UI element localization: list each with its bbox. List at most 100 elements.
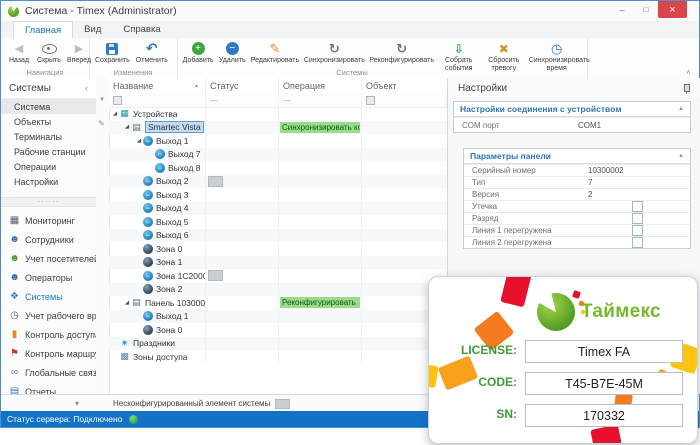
module-global-links[interactable]: Глобальные связи bbox=[1, 363, 96, 382]
table-row[interactable]: Выход 6 bbox=[109, 228, 447, 242]
sidebar-collapse-icon[interactable] bbox=[85, 83, 88, 93]
sync-time-button[interactable]: Синхронизировать время bbox=[526, 40, 590, 73]
collapse-section-icon[interactable] bbox=[678, 106, 684, 112]
synchronize-button[interactable]: Синхронизировать bbox=[302, 40, 368, 65]
table-row[interactable]: Выход 5 bbox=[109, 215, 447, 229]
table-row[interactable]: Выход 3 bbox=[109, 188, 447, 202]
expand-toggle-icon[interactable] bbox=[123, 300, 131, 306]
table-row[interactable]: Зона 1 bbox=[109, 255, 447, 269]
collapse-section-icon[interactable] bbox=[678, 153, 684, 159]
module-monitoring[interactable]: Мониторинг bbox=[1, 211, 96, 230]
sidebar-item-nastroyki[interactable]: Настройки bbox=[1, 174, 96, 189]
edit-button[interactable]: Редактировать bbox=[248, 40, 301, 65]
table-row[interactable]: Выход 7 bbox=[109, 147, 447, 161]
table-row[interactable]: Зона 2 bbox=[109, 282, 447, 296]
confetti-shape bbox=[590, 424, 622, 443]
filter-funnel-icon[interactable] bbox=[99, 97, 105, 103]
output-icon bbox=[143, 216, 153, 227]
column-header-status[interactable]: Статус bbox=[206, 78, 279, 94]
sidebar-item-obekty[interactable]: Объекты bbox=[1, 114, 96, 129]
setting-row[interactable]: Линия 2 перегружена bbox=[464, 236, 690, 248]
delete-button[interactable]: Удалить bbox=[216, 40, 248, 65]
link-icon bbox=[8, 367, 21, 378]
table-row[interactable]: Устройства bbox=[109, 107, 447, 121]
table-row[interactable]: Выход 4 bbox=[109, 201, 447, 215]
column-header-object[interactable]: Объект bbox=[362, 78, 447, 94]
table-row[interactable]: Выход 1 bbox=[109, 309, 447, 323]
output-icon bbox=[155, 162, 165, 173]
save-button[interactable]: Сохранить bbox=[92, 40, 133, 65]
column-header-name[interactable]: Название bbox=[109, 78, 206, 94]
checkbox[interactable] bbox=[632, 237, 643, 248]
setting-row[interactable]: Линия 1 перегружена bbox=[464, 224, 690, 236]
column-header-operation[interactable]: Операция bbox=[279, 78, 362, 94]
module-employees[interactable]: Сотрудники bbox=[1, 230, 96, 249]
expand-toggle-icon[interactable] bbox=[111, 111, 119, 117]
expand-toggle-icon[interactable] bbox=[123, 124, 131, 130]
sn-label: SN: bbox=[496, 407, 517, 421]
setting-row[interactable]: Серийный номер 10300002 bbox=[464, 164, 690, 176]
timex-logo-icon bbox=[537, 293, 575, 331]
add-button[interactable]: Добавить bbox=[180, 40, 216, 65]
minimize-button[interactable] bbox=[610, 1, 634, 18]
table-row[interactable]: Зона 1С200020 bbox=[109, 269, 447, 283]
module-route-control[interactable]: Контроль маршрутов bbox=[1, 344, 96, 363]
sidebar-item-rabochie-stantsii[interactable]: Рабочие станции bbox=[1, 144, 96, 159]
table-row-selected[interactable]: Smartec Vista Синхронизировать конфи… bbox=[109, 120, 447, 134]
tab-glavnaya[interactable]: Главная bbox=[13, 21, 74, 38]
setting-row[interactable]: Утечка bbox=[464, 200, 690, 212]
module-reports[interactable]: Отчеты bbox=[1, 382, 96, 395]
checkbox[interactable] bbox=[632, 213, 643, 224]
close-button[interactable] bbox=[658, 1, 687, 18]
setting-row[interactable]: Тип 7 bbox=[464, 176, 690, 188]
setting-row[interactable]: COM порт COM1 bbox=[454, 117, 690, 132]
module-operators[interactable]: Операторы bbox=[1, 268, 96, 287]
module-worktime[interactable]: Учет рабочего времени bbox=[1, 306, 96, 325]
table-row[interactable]: Выход 8 bbox=[109, 161, 447, 175]
setting-row[interactable]: Разряд bbox=[464, 212, 690, 224]
filter-icon[interactable] bbox=[366, 96, 375, 105]
minus-circle-icon bbox=[225, 42, 239, 55]
sidebar: Системы Система Объекты Терминалы Рабочи… bbox=[1, 78, 97, 394]
tab-spravka[interactable]: Справка bbox=[112, 21, 171, 38]
unconfigured-swatch bbox=[208, 270, 223, 282]
reconfigure-icon bbox=[396, 41, 407, 56]
tab-vid[interactable]: Вид bbox=[73, 21, 112, 38]
setting-row[interactable]: Версия 2 bbox=[464, 188, 690, 200]
table-row[interactable]: Выход 1 bbox=[109, 134, 447, 148]
chevron-down-icon[interactable] bbox=[75, 399, 79, 408]
maximize-button[interactable] bbox=[634, 1, 658, 18]
floppy-icon bbox=[106, 42, 119, 55]
operation-badge: Реконфигурировать bbox=[280, 297, 360, 309]
table-row[interactable]: Зона 0 bbox=[109, 242, 447, 256]
checkbox[interactable] bbox=[632, 201, 643, 212]
ribbon-collapse-icon[interactable] bbox=[686, 68, 691, 76]
sidebar-item-sistema[interactable]: Система bbox=[1, 99, 96, 114]
module-visitors[interactable]: Учет посетителей bbox=[1, 249, 96, 268]
panel-parameters-section: Параметры панели Серийный номер 10300002… bbox=[463, 148, 691, 249]
module-systems[interactable]: Системы bbox=[1, 287, 96, 306]
filter-icon[interactable] bbox=[113, 96, 122, 105]
checkbox[interactable] bbox=[632, 225, 643, 236]
sidebar-item-operatsii[interactable]: Операции bbox=[1, 159, 96, 174]
output-icon bbox=[143, 311, 153, 322]
back-button[interactable]: Назад bbox=[4, 40, 34, 65]
sidebar-item-terminaly[interactable]: Терминалы bbox=[1, 129, 96, 144]
hide-button[interactable]: Скрыть bbox=[34, 40, 64, 65]
expand-toggle-icon[interactable] bbox=[135, 138, 143, 144]
app-logo-icon bbox=[8, 5, 19, 17]
ribbon-group-navigation: Назад Скрыть Вперед Навигация bbox=[1, 38, 91, 78]
table-row[interactable]: Выход 2 bbox=[109, 174, 447, 188]
table-row[interactable]: Зоны доступа bbox=[109, 350, 447, 364]
pin-icon[interactable] bbox=[684, 84, 690, 94]
table-row[interactable]: Праздники bbox=[109, 336, 447, 350]
table-row[interactable]: Панель 103000… Реконфигурировать bbox=[109, 296, 447, 310]
undo-button[interactable]: Отменить bbox=[133, 40, 171, 65]
output-icon bbox=[143, 189, 153, 200]
sidebar-splitter[interactable] bbox=[1, 197, 96, 207]
table-row[interactable]: Зона 0 bbox=[109, 323, 447, 337]
module-access-control[interactable]: Контроль доступа bbox=[1, 325, 96, 344]
reconfigure-button[interactable]: Реконфигурировать bbox=[367, 40, 436, 65]
filter-row[interactable]: — — bbox=[109, 94, 447, 108]
person-icon bbox=[8, 234, 21, 245]
